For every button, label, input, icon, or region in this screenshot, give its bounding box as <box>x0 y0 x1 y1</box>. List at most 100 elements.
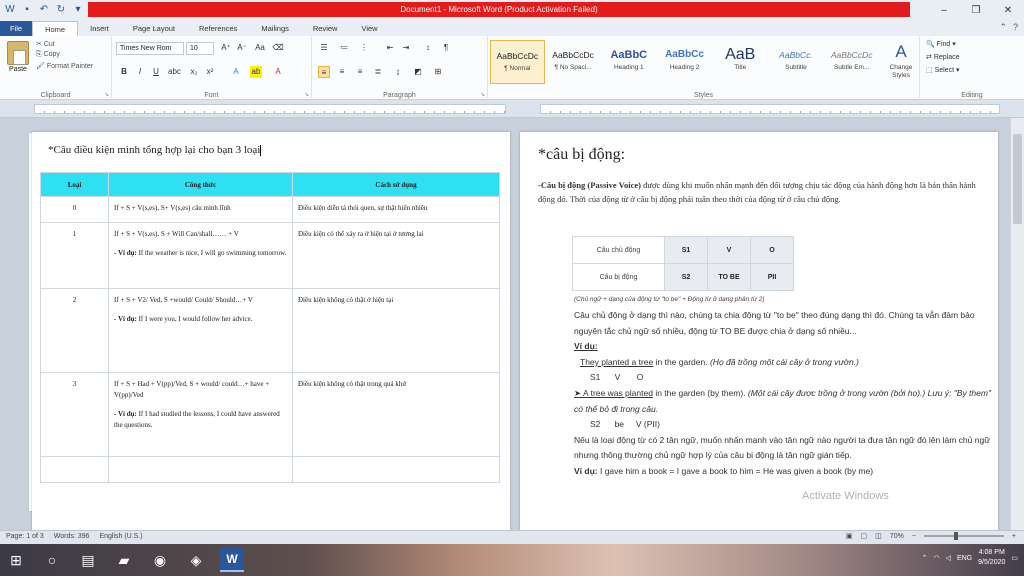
print-layout-icon[interactable]: ▣ <box>846 532 853 540</box>
style-normal[interactable]: AaBbCcDc ¶ Normal <box>490 40 545 84</box>
page-2[interactable]: *câu bị động: -Câu bị động (Passive Voic… <box>520 132 998 530</box>
subscript-icon[interactable]: x₂ <box>188 66 200 78</box>
style-heading-1[interactable]: AaBbC Heading 1 <box>601 40 656 84</box>
zoom-in-icon[interactable]: + <box>1012 533 1016 540</box>
chrome-icon[interactable]: ◉ <box>148 548 172 572</box>
start-icon[interactable]: ⊞ <box>4 548 28 572</box>
clear-format-icon[interactable]: ⌫ <box>272 42 284 54</box>
chevron-up-icon[interactable]: ⌃ <box>922 554 928 562</box>
paste-button[interactable]: Paste <box>6 41 30 73</box>
notification-icon[interactable]: ▭ <box>1011 554 1018 562</box>
cut-button[interactable]: ✂ Cut <box>36 40 93 48</box>
network-icon[interactable]: ◠ <box>933 554 939 562</box>
app-icon[interactable]: ▤ <box>76 548 100 572</box>
style-subtitle[interactable]: AaBbCc. Subtitle <box>769 40 824 84</box>
styles-gallery: AaBbCcDc ¶ Normal AaBbCcDc ¶ No Spaci...… <box>490 40 880 86</box>
format-painter-button[interactable]: 🖌 Format Painter <box>36 62 93 70</box>
dialog-launcher-icon[interactable]: ↘ <box>104 91 109 98</box>
green-app-icon[interactable]: ◈ <box>184 548 208 572</box>
table-header: Cách sử dụng <box>292 172 500 197</box>
undo-icon[interactable]: ↶ <box>38 3 50 15</box>
bold-icon[interactable]: B <box>118 66 130 78</box>
increase-indent-icon[interactable]: ⇥ <box>400 42 412 54</box>
table-row: 1 If + S + V(s,es), S + Will Can/shall……… <box>40 222 500 289</box>
close-icon[interactable]: ✕ <box>992 0 1024 20</box>
word-taskbar-icon[interactable]: W <box>220 548 244 572</box>
tab-mailings[interactable]: Mailings <box>249 21 301 36</box>
font-size-box[interactable]: 10 <box>186 42 214 55</box>
borders-icon[interactable]: ⊞ <box>432 66 444 78</box>
align-center-icon[interactable]: ≡ <box>336 66 348 78</box>
tab-view[interactable]: View <box>349 21 389 36</box>
style-heading-2[interactable]: AaBbCc Heading 2 <box>657 40 712 84</box>
grow-font-icon[interactable]: A⁺ <box>220 42 232 54</box>
search-icon[interactable]: ○ <box>40 548 64 572</box>
line-spacing-icon[interactable]: ↨ <box>392 66 404 78</box>
vertical-scrollbar[interactable] <box>1010 118 1024 530</box>
align-right-icon[interactable]: ≡ <box>354 66 366 78</box>
font-dialog-launcher-icon[interactable]: ↘ <box>304 91 309 98</box>
copy-button[interactable]: ⎘ Copy <box>36 51 93 59</box>
shrink-font-icon[interactable]: A⁻ <box>236 42 248 54</box>
tab-insert[interactable]: Insert <box>78 21 121 36</box>
font-color-icon[interactable]: A <box>272 66 284 78</box>
minimize-icon[interactable]: – <box>928 0 960 20</box>
shading-icon[interactable]: ◩ <box>412 66 424 78</box>
page1-heading: *Câu điều kiện mình tổng hợp lại cho bạn… <box>48 144 262 156</box>
change-case-icon[interactable]: Aa <box>254 42 266 54</box>
language-tray[interactable]: ENG <box>957 555 972 562</box>
multilevel-list-icon[interactable]: ⋮ <box>358 42 370 54</box>
clock[interactable]: 4:08 PM 9/5/2020 <box>978 548 1005 568</box>
horizontal-ruler-left[interactable] <box>34 104 506 114</box>
zoom-level[interactable]: 70% <box>890 533 904 540</box>
zoom-slider[interactable] <box>923 532 1004 540</box>
language-indicator[interactable]: English (U.S.) <box>99 533 142 540</box>
paragraph-dialog-launcher-icon[interactable]: ↘ <box>480 91 485 98</box>
italic-icon[interactable]: I <box>134 66 146 78</box>
text-effects-icon[interactable]: A <box>230 66 242 78</box>
page-count[interactable]: Page: 1 of 3 <box>6 533 44 540</box>
tab-home[interactable]: Home <box>32 21 79 36</box>
change-styles-button[interactable]: A Change Styles <box>882 40 920 80</box>
paste-icon <box>7 41 29 65</box>
style-subtle-emphasis[interactable]: AaBbCcDc Subtle Em... <box>824 40 879 84</box>
window-controls: – ❐ ✕ <box>928 0 1024 20</box>
strikethrough-icon[interactable]: abc <box>168 66 181 78</box>
restore-icon[interactable]: ❐ <box>960 0 992 20</box>
full-screen-icon[interactable]: ▢ <box>861 532 868 540</box>
highlight-icon[interactable]: ab <box>250 66 262 78</box>
show-marks-icon[interactable]: ¶ <box>440 42 452 54</box>
word-count[interactable]: Words: 396 <box>54 533 90 540</box>
font-name-box[interactable]: Times New Rom <box>116 42 184 55</box>
customize-qat-icon[interactable]: ▾ <box>72 3 84 15</box>
align-left-icon[interactable]: ≡ <box>318 66 330 78</box>
superscript-icon[interactable]: x² <box>204 66 216 78</box>
tab-references[interactable]: References <box>187 21 249 36</box>
decrease-indent-icon[interactable]: ⇤ <box>384 42 396 54</box>
select-button[interactable]: ⬚ Select ▾ <box>926 66 960 74</box>
justify-icon[interactable]: ≣ <box>372 66 384 78</box>
collapse-ribbon-icon[interactable]: ⌃ <box>999 22 1007 33</box>
page-1[interactable]: *Câu điều kiện mình tổng hợp lại cho bạn… <box>32 132 510 530</box>
folder-icon[interactable]: ▰ <box>112 548 136 572</box>
zoom-out-icon[interactable]: − <box>912 533 916 540</box>
redo-icon[interactable]: ↻ <box>55 3 67 15</box>
zoom-knob[interactable] <box>953 532 958 540</box>
replace-button[interactable]: ⇄ Replace <box>926 53 960 61</box>
underline-icon[interactable]: U <box>150 66 162 78</box>
save-icon[interactable]: ▪ <box>21 3 33 15</box>
scrollbar-thumb[interactable] <box>1013 134 1022 224</box>
tab-page-layout[interactable]: Page Layout <box>121 21 187 36</box>
tab-review[interactable]: Review <box>301 21 350 36</box>
numbering-icon[interactable]: ≔ <box>338 42 350 54</box>
sort-icon[interactable]: ↕ <box>422 42 434 54</box>
help-icon[interactable]: ? <box>1013 22 1018 33</box>
tab-file[interactable]: File <box>0 21 33 36</box>
find-button[interactable]: 🔍 Find ▾ <box>926 40 960 48</box>
bullets-icon[interactable]: ☰ <box>318 42 330 54</box>
style-title[interactable]: AaB Title <box>713 40 768 84</box>
horizontal-ruler-right[interactable] <box>540 104 1000 114</box>
volume-icon[interactable]: ◁ <box>946 554 951 562</box>
web-layout-icon[interactable]: ◫ <box>875 532 882 540</box>
style-no-spacing[interactable]: AaBbCcDc ¶ No Spaci... <box>546 40 601 84</box>
